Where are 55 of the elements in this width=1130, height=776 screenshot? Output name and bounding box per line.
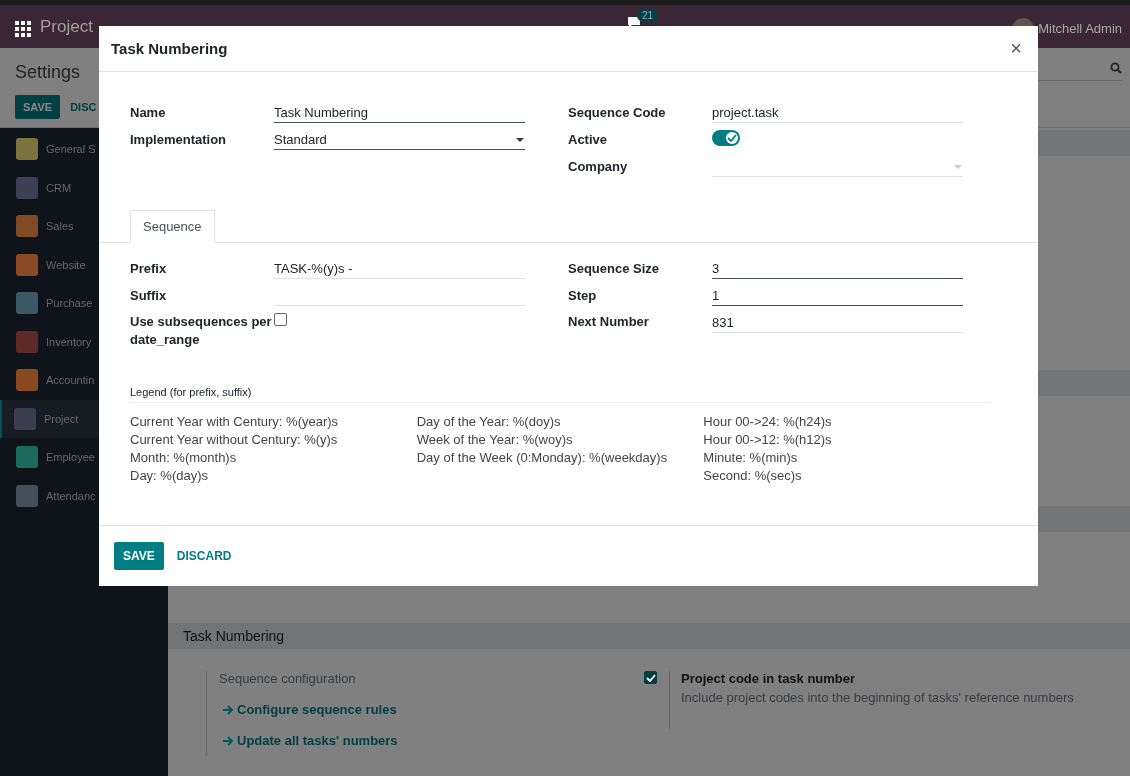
legend-item: Week of the Year: %(woy)s: [416, 431, 574, 449]
legend-item: Day of the Week (0:Monday): %(weekday)s: [416, 449, 669, 467]
setting-description: Include project codes into the beginning of tasks' reference numbers: [681, 690, 1074, 705]
field-label: Use subsequences per date_range: [130, 313, 273, 349]
checkmark-icon: [645, 673, 656, 682]
field-label: Name: [130, 104, 167, 120]
user-menu[interactable]: Mitchell Admin: [1038, 21, 1122, 36]
page-title: Settings: [15, 62, 81, 83]
discard-button[interactable]: DISCARD: [167, 542, 241, 570]
setting-label: Sequence configuration: [219, 671, 357, 686]
field-label: Active: [568, 131, 609, 147]
search-icon: [1110, 62, 1122, 74]
section-header: Task Numbering: [168, 623, 1130, 649]
app-name[interactable]: Project: [40, 17, 93, 37]
field-label: Next Number: [568, 313, 650, 331]
message-count-badge: 21: [637, 9, 659, 22]
toggle-switch[interactable]: [712, 130, 740, 146]
checkbox[interactable]: [644, 671, 657, 684]
apps-menu-icon[interactable]: [15, 21, 31, 37]
sidebar-item[interactable]: CRM: [0, 168, 168, 207]
input-field[interactable]: Task Numbering: [274, 103, 525, 123]
legend-item: Month: %(month)s: [130, 449, 238, 467]
legend-item: Second: %(sec)s: [703, 467, 803, 485]
arrow-icon: [223, 735, 234, 746]
field-label: Sequence Code: [568, 104, 667, 120]
legend-item: Day of the Year: %(doy)s: [416, 413, 562, 431]
input-field[interactable]: 3: [712, 259, 963, 279]
field-label: Company: [568, 158, 629, 174]
legend-item: Day: %(day)s: [130, 467, 210, 485]
tab[interactable]: Sequence: [130, 210, 215, 243]
select-field[interactable]: Standard: [274, 130, 525, 150]
link-button[interactable]: Configure sequence rules: [223, 702, 631, 717]
setting-label: Project code in task number: [681, 671, 857, 686]
checkmark-icon: [727, 134, 737, 142]
input-field[interactable]: 1: [712, 286, 963, 306]
arrow-icon: [223, 704, 234, 715]
checkbox[interactable]: [274, 313, 287, 326]
legend-item: Hour 00->12: %(h12)s: [703, 431, 833, 449]
save-button[interactable]: SAVE: [114, 542, 164, 570]
field-label: Suffix: [130, 287, 168, 303]
dialog-title: Task Numbering: [111, 40, 228, 57]
legend-item: Hour 00->24: %(h24)s: [703, 413, 833, 431]
field-label: Prefix: [130, 260, 168, 276]
field-label: Implementation: [130, 131, 228, 147]
legend-item: Minute: %(min)s: [703, 449, 799, 467]
close-button[interactable]: ×: [1006, 37, 1026, 60]
discard-button[interactable]: DISC: [62, 95, 105, 119]
legend-title: Legend (for prefix, suffix): [130, 386, 990, 403]
save-button[interactable]: SAVE: [15, 95, 61, 119]
field-label: Sequence Size: [568, 260, 661, 276]
field-label: Step: [568, 287, 598, 303]
input-field[interactable]: project.task: [712, 103, 963, 123]
input-field[interactable]: 831: [712, 313, 963, 333]
input-field[interactable]: TASK-%(y)s -: [274, 259, 525, 279]
link-button[interactable]: Update all tasks' numbers: [223, 733, 631, 748]
